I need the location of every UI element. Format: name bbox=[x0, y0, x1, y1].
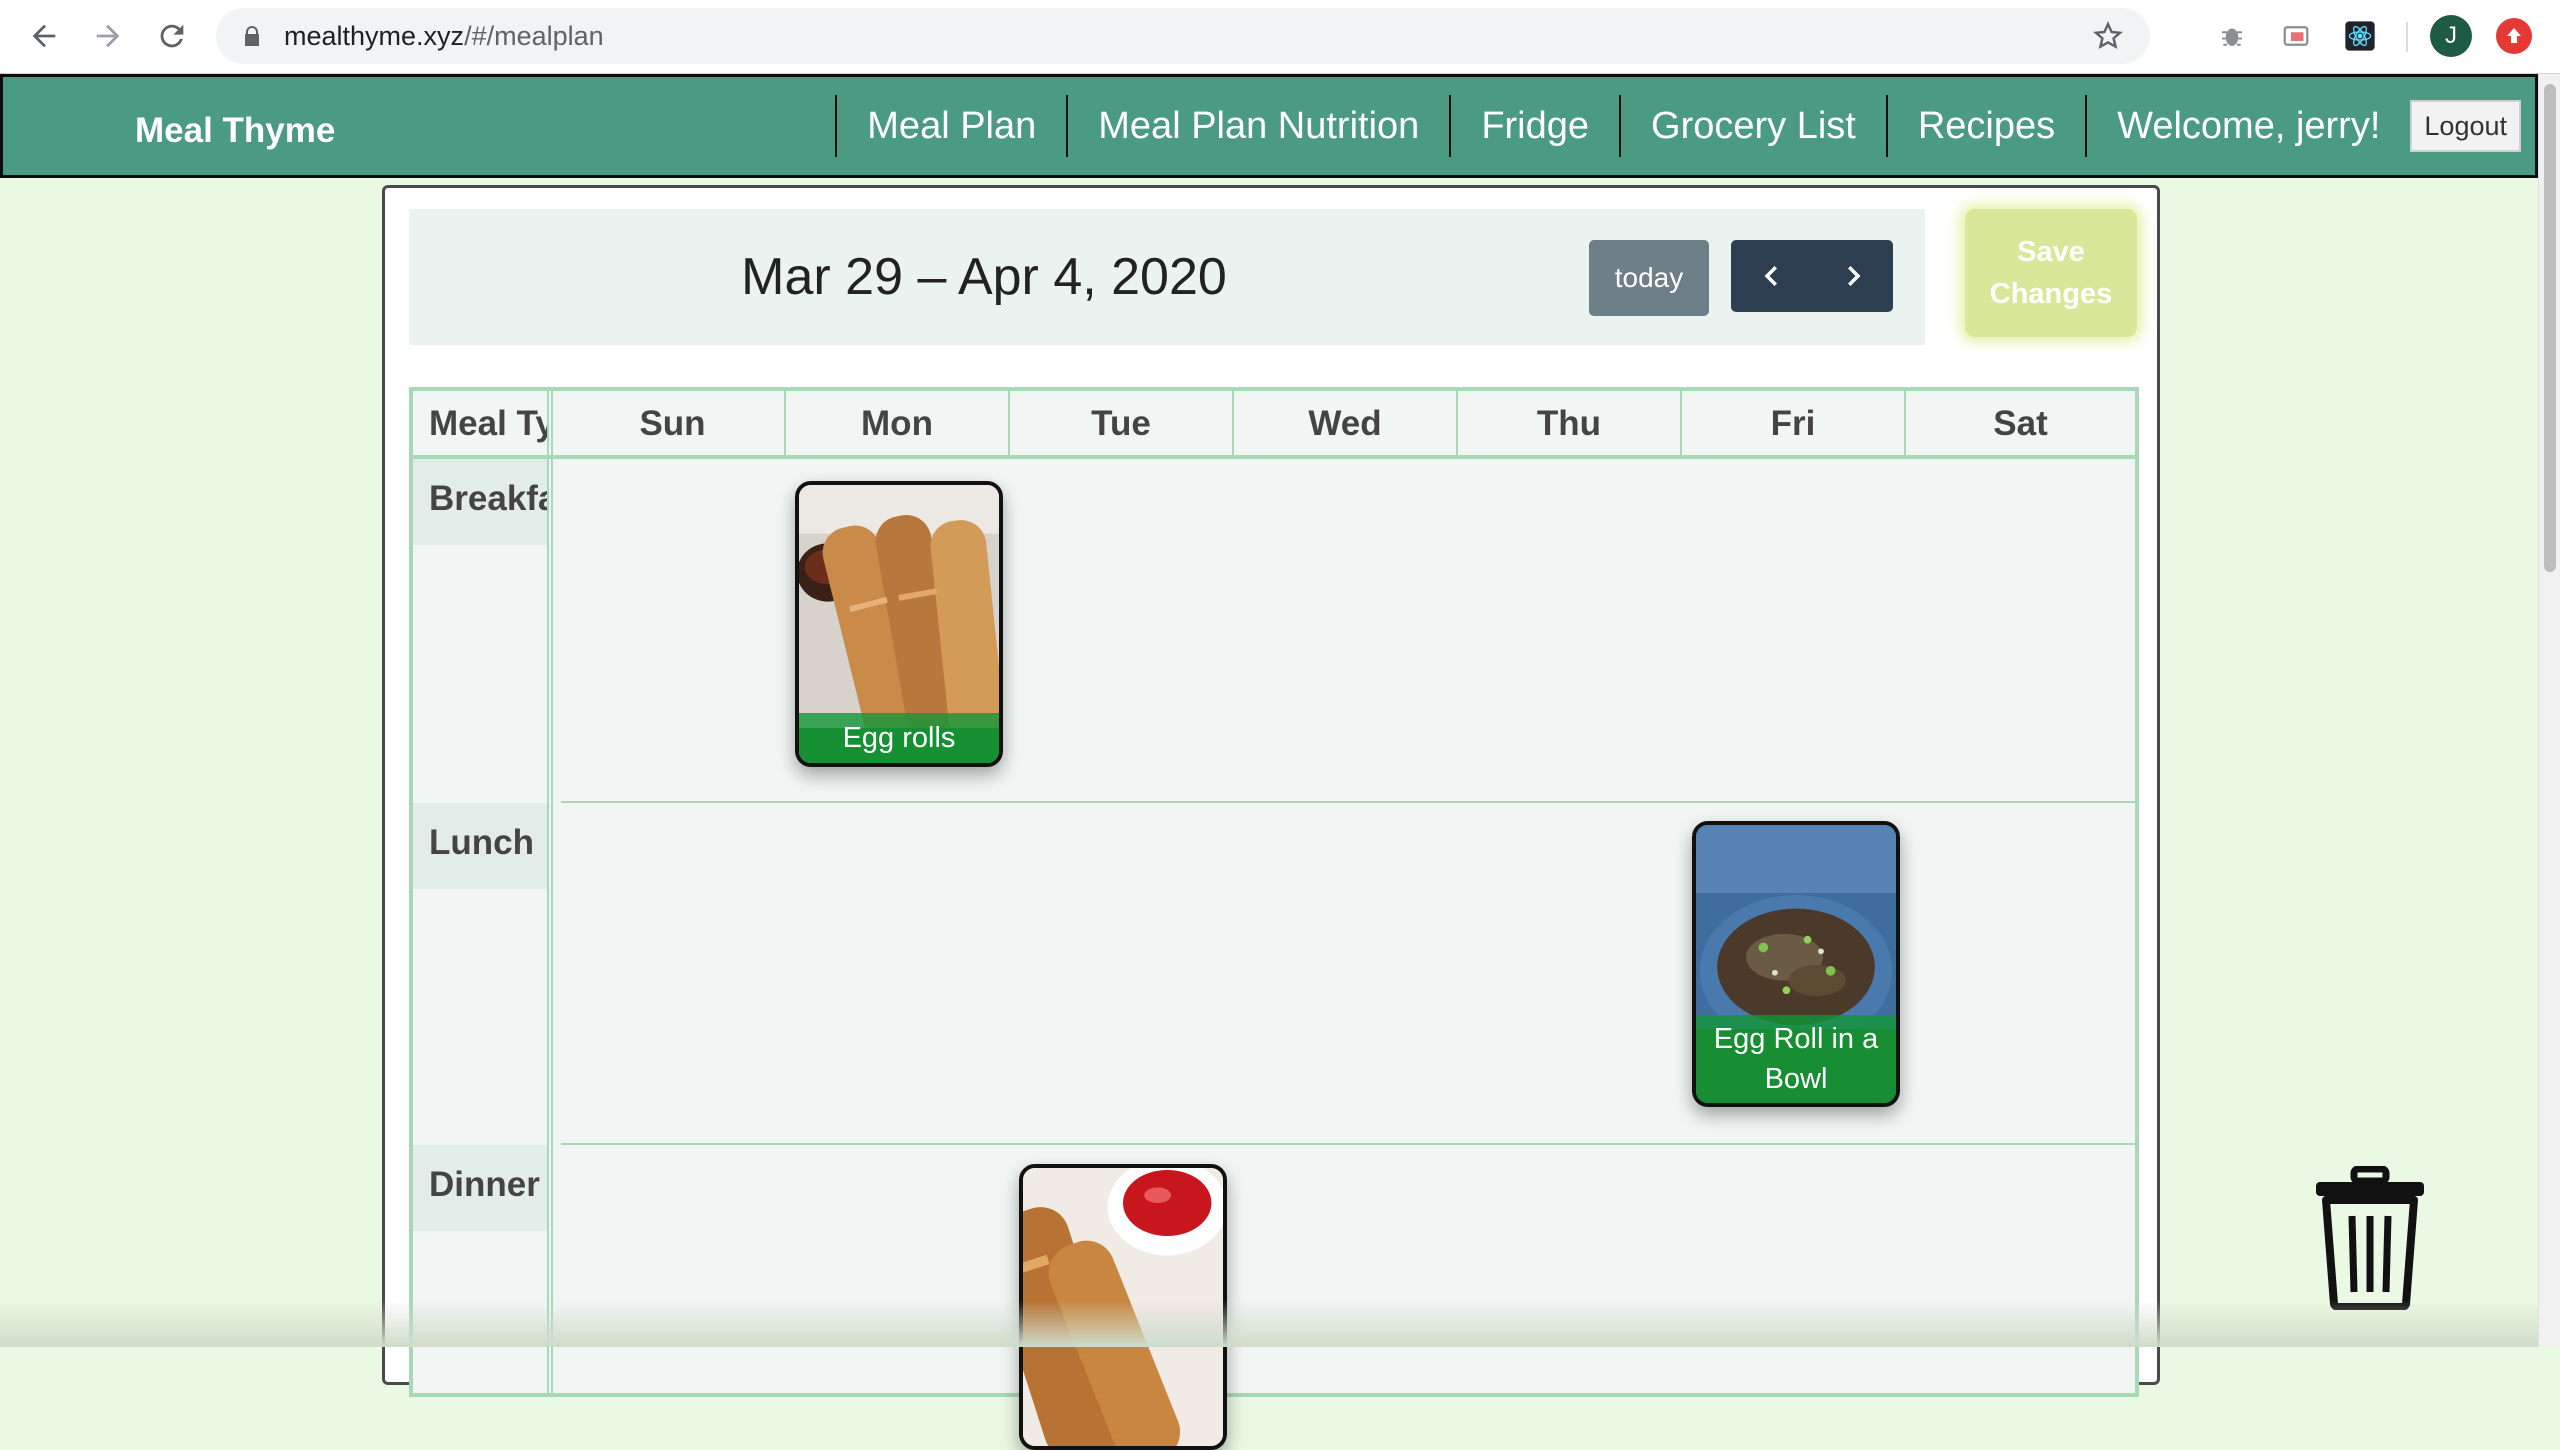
row-divider bbox=[561, 801, 2135, 803]
address-bar[interactable]: mealthyme.xyz/#/mealplan bbox=[216, 8, 2150, 64]
save-label-line2: Changes bbox=[1989, 278, 2113, 310]
week-nav-buttons bbox=[1731, 240, 1893, 312]
bug-extension-icon[interactable] bbox=[2214, 18, 2250, 54]
calendar-grid: Meal Type Sun Mon Tue Wed Thu Fri Sat Br… bbox=[409, 387, 2139, 1450]
nav-links: Meal Plan Meal Plan Nutrition Fridge Gro… bbox=[835, 77, 2535, 175]
day-header-sun: Sun bbox=[561, 391, 786, 457]
chevron-left-icon[interactable] bbox=[1731, 240, 1812, 312]
profile-avatar[interactable]: J bbox=[2430, 15, 2472, 57]
brand-logo[interactable]: Meal Thyme bbox=[135, 111, 335, 151]
trash-icon[interactable] bbox=[2312, 1166, 2428, 1310]
bottom-shadow bbox=[0, 1300, 2538, 1347]
page-scrollbar[interactable] bbox=[2538, 74, 2560, 1347]
lock-icon bbox=[245, 26, 259, 46]
row-label-breakfast: Breakfast bbox=[413, 459, 547, 545]
row-label-lunch: Lunch bbox=[413, 803, 547, 889]
meal-card-egg-rolls[interactable]: Egg rolls bbox=[795, 481, 1003, 767]
welcome-text: Welcome, jerry! bbox=[2085, 95, 2410, 157]
day-header-tue: Tue bbox=[1010, 391, 1234, 457]
forward-icon[interactable] bbox=[86, 14, 130, 58]
day-header-thu: Thu bbox=[1458, 391, 1682, 457]
day-header-sat: Sat bbox=[1906, 391, 2135, 457]
url-text: mealthyme.xyz/#/mealplan bbox=[284, 21, 604, 51]
reload-icon[interactable] bbox=[150, 14, 194, 58]
day-header-mon: Mon bbox=[786, 391, 1010, 457]
day-header-wed: Wed bbox=[1234, 391, 1458, 457]
save-label-line1: Save bbox=[2017, 236, 2085, 268]
logout-button[interactable]: Logout bbox=[2410, 100, 2521, 152]
row-label-dinner: Dinner bbox=[413, 1145, 547, 1231]
calendar-toolbar: Mar 29 – Apr 4, 2020 today bbox=[409, 209, 1925, 345]
update-icon[interactable] bbox=[2496, 18, 2532, 54]
header-divider bbox=[413, 455, 2135, 459]
star-icon[interactable] bbox=[2092, 20, 2124, 52]
nav-meal-plan-nutrition[interactable]: Meal Plan Nutrition bbox=[1066, 95, 1449, 157]
scrollbar-thumb[interactable] bbox=[2544, 84, 2556, 572]
save-changes-button[interactable]: Save Changes bbox=[1965, 209, 2137, 337]
chevron-right-icon[interactable] bbox=[1812, 240, 1893, 312]
today-button[interactable]: today bbox=[1589, 240, 1709, 316]
meal-card-label: Egg Roll in a Bowl bbox=[1696, 1015, 1896, 1103]
nav-meal-plan[interactable]: Meal Plan bbox=[835, 95, 1066, 157]
back-icon[interactable] bbox=[22, 14, 66, 58]
browser-toolbar: mealthyme.xyz/#/mealplan J bbox=[0, 0, 2560, 74]
day-header-fri: Fri bbox=[1682, 391, 1906, 457]
meal-plan-calendar: Mar 29 – Apr 4, 2020 today Save Changes M… bbox=[382, 185, 2160, 1450]
toolbar-divider bbox=[2406, 22, 2408, 52]
app-navbar: Meal Thyme Meal Plan Meal Plan Nutrition… bbox=[0, 74, 2538, 178]
react-devtools-icon[interactable] bbox=[2342, 18, 2378, 54]
cast-extension-icon[interactable] bbox=[2278, 18, 2314, 54]
nav-recipes[interactable]: Recipes bbox=[1885, 95, 2085, 157]
row-divider bbox=[561, 1143, 2135, 1145]
meal-card-egg-roll-in-a-bowl[interactable]: Egg Roll in a Bowl bbox=[1692, 821, 1900, 1107]
nav-fridge[interactable]: Fridge bbox=[1449, 95, 1619, 157]
meal-card-label: Egg rolls bbox=[799, 713, 999, 763]
date-range-title: Mar 29 – Apr 4, 2020 bbox=[741, 248, 1227, 306]
nav-grocery-list[interactable]: Grocery List bbox=[1619, 95, 1886, 157]
